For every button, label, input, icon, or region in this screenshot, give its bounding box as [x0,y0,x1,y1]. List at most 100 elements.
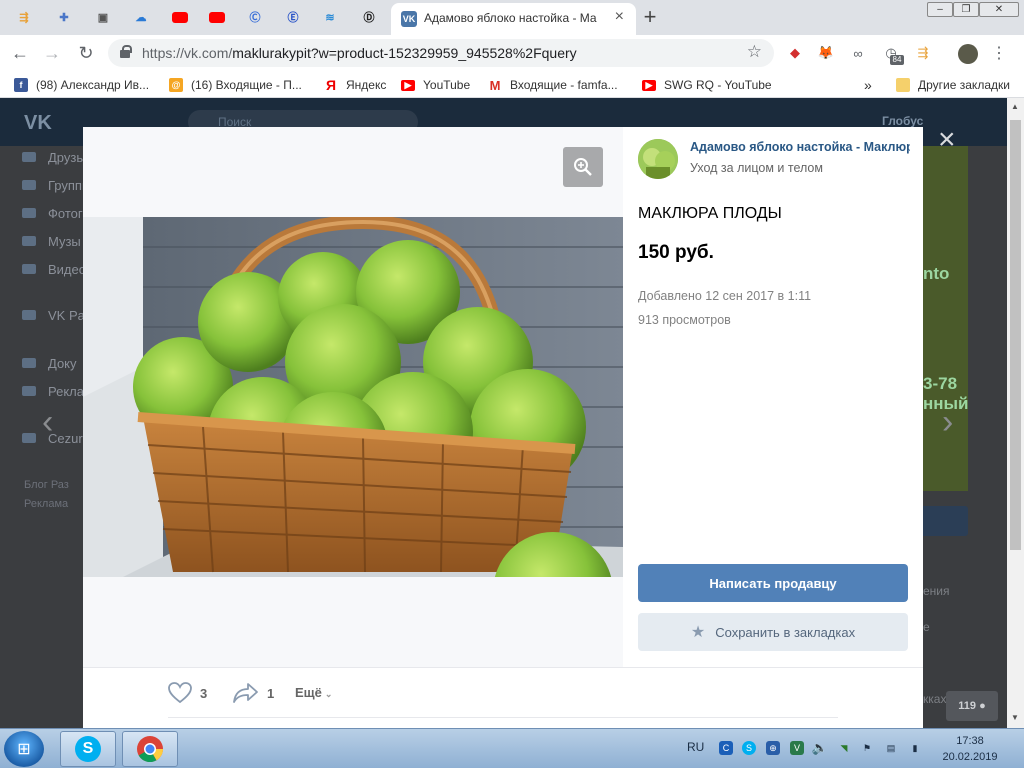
sidebar-item-music[interactable]: Музы [22,234,81,249]
profile-avatar[interactable] [958,44,978,64]
fox-extension-icon[interactable]: 🦊 [817,44,835,62]
right-link[interactable]: е [923,620,930,634]
signal-icon[interactable]: ▮ [908,741,922,755]
zoom-in-icon [574,158,592,176]
person-icon: ● [979,700,986,712]
right-link[interactable]: ения [923,584,950,598]
d-circle-icon[interactable]: Ⓓ [357,7,381,27]
e-circle-icon[interactable]: Ⓔ [281,7,305,27]
save-bookmark-button[interactable]: ★ Сохранить в закладках [638,613,908,651]
shop-avatar[interactable] [638,139,678,179]
reload-icon[interactable]: ↻ [74,41,98,65]
photo-area [83,127,623,667]
tray-v-icon[interactable]: V [790,741,804,755]
youtube-icon[interactable] [168,7,192,27]
document-icon [22,358,36,368]
tray-network-icon[interactable]: ⊕ [766,741,780,755]
pinned-tab-icon[interactable]: ⇶ [12,7,36,27]
bookmark-item[interactable]: f (98) Александр Ив... [14,76,149,94]
mail-icon: @ [169,78,183,92]
sidebar-item-ads[interactable]: Рекла [22,384,84,399]
page-scrollbar[interactable]: ▲ ▼ [1007,98,1024,728]
heart-icon [168,682,192,704]
viewers-count: 119 ● [946,691,998,721]
sidebar-item-documents[interactable]: Доку [22,356,77,371]
system-clock[interactable]: 17:38 20.02.2019 [940,733,1000,765]
camera-icon[interactable]: ▣ [91,7,115,27]
minimize-window-button[interactable]: – [927,2,953,17]
share-button[interactable]: 1 [233,681,274,705]
bookmarks-bar: f (98) Александр Ив... @ (16) Входящие - П… [0,71,1024,98]
volume-icon[interactable]: 🔈 [812,740,828,755]
close-tab-icon[interactable]: × [615,8,624,26]
sidebar-item-vkpay[interactable]: VK Pa [22,308,85,323]
bookmark-star-icon[interactable]: ☆ [747,42,762,62]
scroll-up-icon[interactable]: ▲ [1011,102,1019,111]
right-link[interactable]: кках [923,692,946,706]
chrome-taskbar-button[interactable] [122,731,178,767]
close-modal-icon[interactable]: × [938,125,956,155]
infinity-extension-icon[interactable]: ∞ [849,44,867,62]
menu-dots-icon[interactable]: ⋮ [990,44,1008,62]
flag-icon[interactable]: ⚑ [860,741,874,755]
skype-taskbar-button[interactable]: S [60,731,116,767]
display-icon[interactable]: ▤ [884,741,898,755]
zoom-button[interactable] [563,147,603,187]
sidebar-item-video[interactable]: Видео [22,262,86,277]
photo-icon [22,208,36,218]
sidebar-item-friends[interactable]: Друзья [22,150,90,165]
language-indicator[interactable]: RU [687,740,704,754]
bookmark-item[interactable]: ▶ SWG RQ - YouTube [642,76,772,94]
friends-icon [22,152,36,162]
footer-ads-link[interactable]: Реклама [24,498,68,510]
back-arrow-icon[interactable]: ← [8,41,32,65]
product-views: 913 просмотров [638,313,731,327]
footer-links[interactable]: Блог Раз [24,479,69,491]
like-button[interactable]: 3 [168,681,207,705]
start-button[interactable]: ⊞ [4,731,44,767]
sidebar-item-groups[interactable]: Группы [22,178,91,193]
active-tab[interactable]: VK Адамово яблоко настойка - Ма × [391,3,636,35]
likes-count: 3 [200,685,208,701]
bookmark-item[interactable]: M Входящие - famfa... [488,76,618,94]
puzzle-extension-icon[interactable]: ✚ [52,7,76,27]
forward-arrow-icon[interactable]: → [40,41,64,65]
next-arrow-icon[interactable]: › [942,403,953,442]
bookmarks-overflow-button[interactable]: » [864,76,872,94]
scroll-thumb[interactable] [1010,120,1021,550]
shares-count: 1 [267,685,275,701]
red-diamond-extension-icon[interactable]: ◆ [786,44,804,62]
message-seller-button[interactable]: Написать продавцу [638,564,908,602]
c-circle-icon[interactable]: Ⓒ [243,7,267,27]
more-menu-button[interactable]: Ещё ⌄ [295,685,332,700]
shop-category: Уход за лицом и телом [690,161,823,175]
tray-skype-icon[interactable]: S [742,741,756,755]
extension-badge: 84 [890,55,904,65]
bookmark-item[interactable]: @ (16) Входящие - П... [169,76,302,94]
folder-icon [896,78,910,92]
tray-green-icon[interactable]: ◥ [837,741,851,755]
youtube-icon: ▶ [401,79,415,91]
product-photo[interactable] [83,217,623,577]
new-tab-button[interactable]: + [640,4,660,30]
right-banner-button[interactable] [923,506,968,536]
other-bookmarks-folder[interactable]: Другие закладки [896,76,1010,94]
bookmark-item[interactable]: ▶ YouTube [401,76,470,94]
maximize-window-button[interactable]: ❐ [953,2,979,17]
waves-icon[interactable]: ≋ [318,7,342,27]
prev-arrow-icon[interactable]: ‹ [42,403,53,442]
youtube-icon[interactable] [205,7,229,27]
shop-name-link[interactable]: Адамово яблоко настойка - Маклюра [690,140,910,154]
product-title: МАКЛЮРА ПЛОДЫ [638,205,782,222]
bookmark-item[interactable]: Я Яндекс [324,76,386,94]
chrome-icon [137,736,164,763]
arrows-extension-icon[interactable]: ⇶ [914,44,932,62]
vkpay-icon [22,310,36,320]
cloud-icon[interactable]: ☁ [129,7,153,27]
tray-c-icon[interactable]: C [719,741,733,755]
vk-user-name[interactable]: Глобус [882,114,923,128]
scroll-down-icon[interactable]: ▼ [1011,713,1019,722]
address-bar[interactable]: https://vk.com/maklurakypit?w=product-15… [108,39,774,67]
sidebar-item-photos[interactable]: Фотог [22,206,83,221]
close-window-button[interactable]: ✕ [979,2,1019,17]
